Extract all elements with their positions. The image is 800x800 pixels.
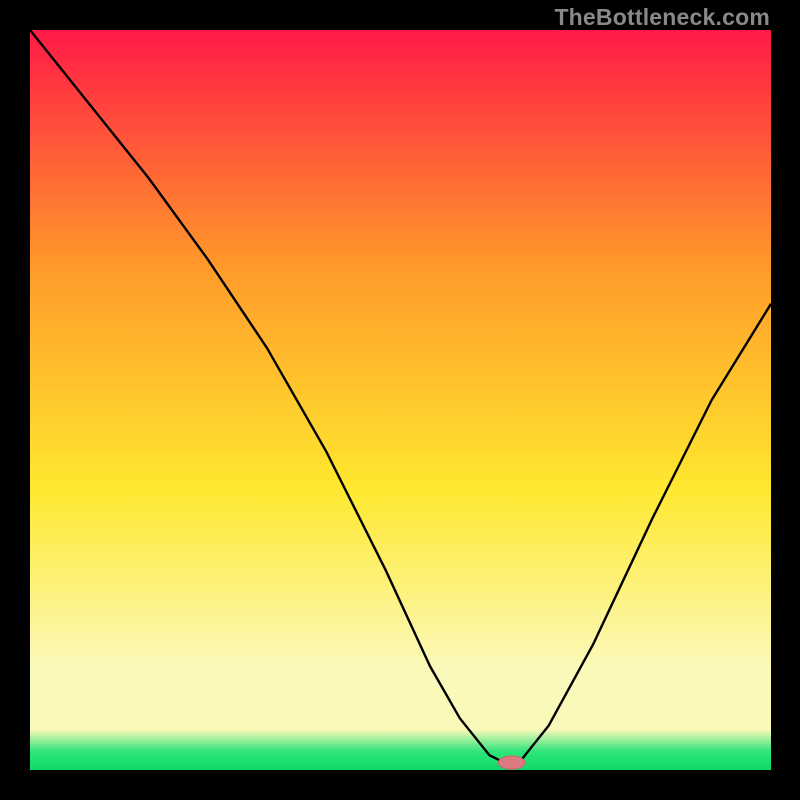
chart-container: TheBottleneck.com (0, 0, 800, 800)
chart-svg (30, 30, 771, 770)
watermark-text: TheBottleneck.com (554, 4, 770, 31)
frame-bottom (0, 770, 800, 800)
plot-area (30, 30, 771, 770)
frame-left (0, 0, 30, 800)
optimum-marker-icon (498, 756, 525, 769)
gradient-background (30, 30, 771, 770)
frame-right (771, 0, 800, 800)
